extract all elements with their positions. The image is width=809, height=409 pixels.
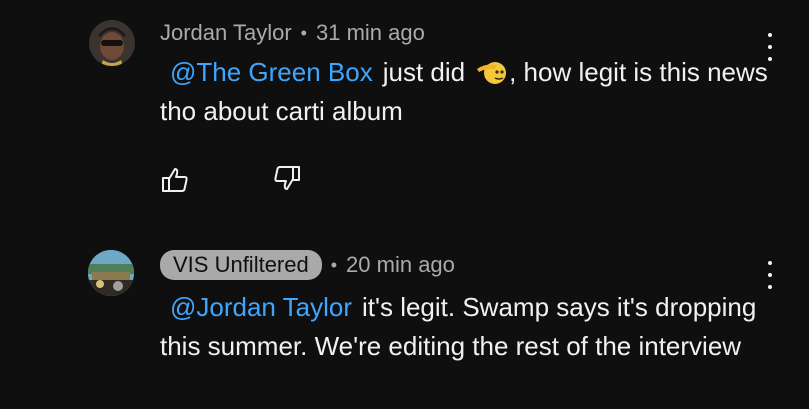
- comment-jordan-taylor: Jordan Taylor • 31 min ago @The Green Bo…: [0, 0, 809, 230]
- dislike-icon[interactable]: [272, 163, 302, 193]
- saluting-face-emoji-icon: [475, 57, 509, 84]
- separator-dot: •: [300, 22, 307, 43]
- comment-vis-unfiltered: VIS Unfiltered • 20 min ago @Jordan Tayl…: [0, 236, 809, 409]
- comment-meta: VIS Unfiltered • 20 min ago: [160, 250, 455, 280]
- more-options-icon[interactable]: [760, 33, 780, 61]
- author-name[interactable]: Jordan Taylor: [160, 20, 292, 46]
- timestamp[interactable]: 31 min ago: [316, 20, 425, 46]
- mention-link[interactable]: @Jordan Taylor: [170, 292, 352, 322]
- more-options-icon[interactable]: [760, 261, 780, 289]
- mention-link[interactable]: @The Green Box: [170, 57, 373, 87]
- avatar[interactable]: [88, 250, 134, 296]
- comment-text-part1: just did: [382, 57, 466, 87]
- channel-owner-badge[interactable]: VIS Unfiltered: [160, 250, 322, 280]
- comment-meta: Jordan Taylor • 31 min ago: [160, 20, 425, 46]
- avatar[interactable]: [89, 20, 135, 66]
- timestamp[interactable]: 20 min ago: [346, 252, 455, 278]
- comment-text: @Jordan Taylor it's legit. Swamp says it'…: [160, 288, 760, 366]
- comment-text: @The Green Box just did , how legit is th…: [160, 53, 770, 131]
- separator-dot: •: [330, 254, 338, 275]
- like-icon[interactable]: [160, 165, 190, 195]
